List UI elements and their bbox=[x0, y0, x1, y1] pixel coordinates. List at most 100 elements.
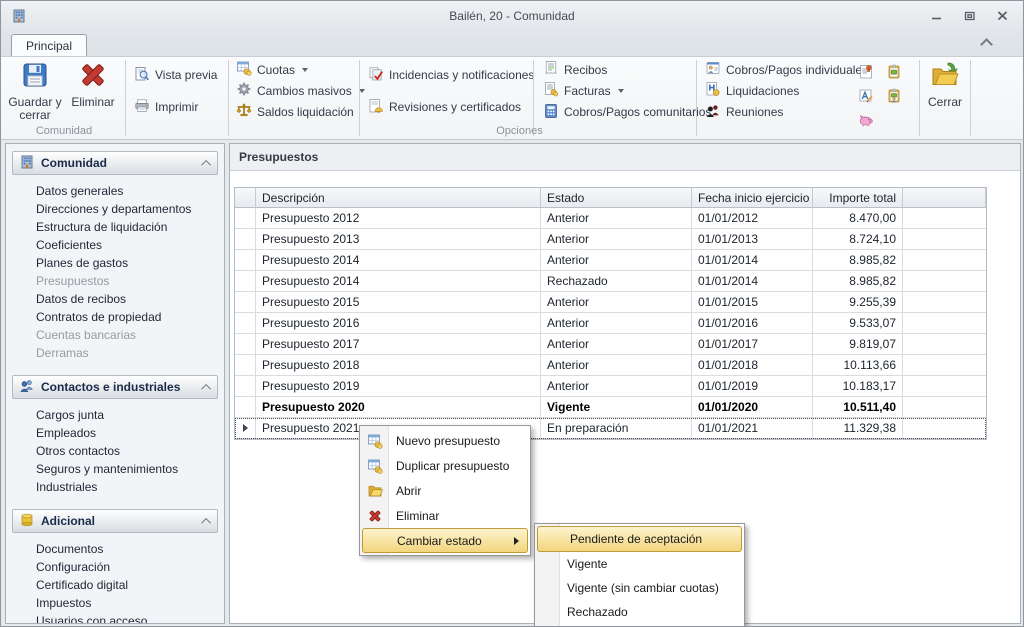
close-icon[interactable] bbox=[996, 9, 1009, 21]
row-indicator-header bbox=[235, 188, 256, 208]
page-bell-icon bbox=[368, 98, 384, 117]
sidebar-item-presupuestos[interactable]: Presupuestos bbox=[36, 272, 224, 290]
preview-button[interactable]: Vista previa bbox=[130, 65, 221, 86]
sidebar-section-contactos[interactable]: Contactos e industriales bbox=[12, 375, 218, 399]
sidebar-item-industriales[interactable]: Industriales bbox=[36, 478, 224, 496]
clipboard-person-button[interactable] bbox=[886, 88, 902, 107]
submenu-item-pendiente-aceptacion[interactable]: Pendiente de aceptación bbox=[537, 526, 742, 552]
table-row-selected[interactable]: Presupuesto 2021 En preparación 01/01/20… bbox=[235, 418, 986, 439]
facturas-button[interactable]: Facturas bbox=[539, 80, 628, 101]
sidebar-section-adicional[interactable]: Adicional bbox=[12, 509, 218, 533]
chevron-up-icon[interactable] bbox=[201, 383, 211, 393]
incidencias-button[interactable]: Incidencias y notificaciones bbox=[364, 65, 538, 86]
col-importe[interactable]: Importe total bbox=[813, 188, 903, 208]
cambios-masivos-button[interactable]: Cambios masivos bbox=[232, 80, 369, 101]
ribbon: Guardar y cerrar Eliminar Comunidad Vist… bbox=[1, 56, 1023, 140]
col-fecha[interactable]: Fecha inicio ejercicio bbox=[692, 188, 813, 208]
window-title: Bailén, 20 - Comunidad bbox=[1, 9, 1023, 23]
sidebar-item-datos-recibos[interactable]: Datos de recibos bbox=[36, 290, 224, 308]
table-row[interactable]: Presupuesto 2014 Rechazado 01/01/2014 8.… bbox=[235, 271, 986, 292]
sidebar-item-cargos-junta[interactable]: Cargos junta bbox=[36, 406, 224, 424]
cobros-comunitarios-button[interactable]: Cobros/Pagos comunitarios bbox=[539, 102, 715, 123]
sidebar-item-empleados[interactable]: Empleados bbox=[36, 424, 224, 442]
menu-item-cambiar-estado[interactable]: Cambiar estado bbox=[362, 528, 528, 553]
chevron-down-icon bbox=[302, 68, 308, 72]
delete-button[interactable]: Eliminar bbox=[65, 59, 121, 125]
table-row[interactable]: Presupuesto 2016 Anterior 01/01/2016 9.5… bbox=[235, 313, 986, 334]
certificate-button[interactable] bbox=[858, 64, 874, 83]
delete-x-icon bbox=[77, 59, 109, 94]
save-close-button[interactable]: Guardar y cerrar bbox=[7, 59, 63, 125]
row-indicator bbox=[235, 208, 256, 229]
sidebar-item-certificado-digital[interactable]: Certificado digital bbox=[36, 576, 224, 594]
page-coins-icon bbox=[543, 81, 559, 100]
liquidaciones-button[interactable]: Liquidaciones bbox=[701, 80, 803, 101]
reuniones-button[interactable]: Reuniones bbox=[701, 102, 787, 123]
row-indicator bbox=[235, 271, 256, 292]
cuotas-button[interactable]: Cuotas bbox=[232, 59, 312, 80]
row-indicator bbox=[235, 229, 256, 250]
saldos-liquidacion-button[interactable]: Saldos liquidación bbox=[232, 102, 358, 123]
print-button[interactable]: Imprimir bbox=[130, 97, 202, 118]
row-indicator bbox=[235, 334, 256, 355]
collapse-ribbon-icon[interactable] bbox=[980, 38, 993, 51]
chevron-up-icon[interactable] bbox=[201, 159, 211, 169]
sidebar-section-comunidad[interactable]: Comunidad bbox=[12, 151, 218, 175]
table-row[interactable]: Presupuesto 2018 Anterior 01/01/2018 10.… bbox=[235, 355, 986, 376]
people-icon bbox=[705, 103, 721, 122]
menu-item-nuevo-presupuesto[interactable]: Nuevo presupuesto bbox=[360, 428, 530, 453]
chevron-up-icon[interactable] bbox=[201, 517, 211, 527]
gear-icon bbox=[236, 81, 252, 100]
table-row[interactable]: Presupuesto 2019 Anterior 01/01/2019 10.… bbox=[235, 376, 986, 397]
menu-item-eliminar[interactable]: Eliminar bbox=[360, 503, 530, 528]
sidebar-item-coeficientes[interactable]: Coeficientes bbox=[36, 236, 224, 254]
clipboard-button[interactable] bbox=[886, 64, 902, 83]
sidebar-item-datos-generales[interactable]: Datos generales bbox=[36, 182, 224, 200]
sidebar-item-usuarios-acceso[interactable]: Usuarios con acceso bbox=[36, 612, 224, 624]
sidebar-item-derramas[interactable]: Derramas bbox=[36, 344, 224, 362]
sidebar-item-otros-contactos[interactable]: Otros contactos bbox=[36, 442, 224, 460]
col-descripcion[interactable]: Descripción bbox=[256, 188, 541, 208]
col-estado[interactable]: Estado bbox=[541, 188, 692, 208]
row-indicator bbox=[235, 250, 256, 271]
sidebar-item-impuestos[interactable]: Impuestos bbox=[36, 594, 224, 612]
signature-button[interactable] bbox=[858, 88, 874, 107]
sidebar-item-documentos[interactable]: Documentos bbox=[36, 540, 224, 558]
menu-item-abrir[interactable]: Abrir bbox=[360, 478, 530, 503]
close-view-button[interactable]: Cerrar bbox=[922, 59, 968, 125]
tab-principal[interactable]: Principal bbox=[11, 34, 87, 57]
sidebar-item-configuracion[interactable]: Configuración bbox=[36, 558, 224, 576]
group-label-comunidad: Comunidad bbox=[5, 125, 123, 139]
document-coin-icon bbox=[705, 81, 721, 100]
sidebar-item-cuentas-bancarias[interactable]: Cuentas bancarias bbox=[36, 326, 224, 344]
restore-icon[interactable] bbox=[963, 9, 976, 21]
recibos-button[interactable]: Recibos bbox=[539, 59, 611, 80]
minimize-icon[interactable] bbox=[930, 9, 943, 21]
table-row-vigente[interactable]: Presupuesto 2020 Vigente 01/01/2020 10.5… bbox=[235, 397, 986, 418]
submenu-item-vigente-sin-cuotas[interactable]: Vigente (sin cambiar cuotas) bbox=[535, 576, 744, 600]
sidebar-item-seguros[interactable]: Seguros y mantenimientos bbox=[36, 460, 224, 478]
sidebar-item-estructura-liquidacion[interactable]: Estructura de liquidación bbox=[36, 218, 224, 236]
sidebar-item-planes-gastos[interactable]: Planes de gastos bbox=[36, 254, 224, 272]
revisiones-button[interactable]: Revisiones y certificados bbox=[364, 97, 525, 118]
table-coins-icon bbox=[360, 458, 389, 474]
table-row[interactable]: Presupuesto 2012 Anterior 01/01/2012 8.4… bbox=[235, 208, 986, 229]
table-row[interactable]: Presupuesto 2013 Anterior 01/01/2013 8.7… bbox=[235, 229, 986, 250]
current-row-arrow-icon bbox=[243, 424, 248, 432]
table-row[interactable]: Presupuesto 2015 Anterior 01/01/2015 9.2… bbox=[235, 292, 986, 313]
submenu-item-vigente[interactable]: Vigente bbox=[535, 552, 744, 576]
table-row[interactable]: Presupuesto 2017 Anterior 01/01/2017 9.8… bbox=[235, 334, 986, 355]
pages-check-icon bbox=[368, 66, 384, 85]
submenu-item-rechazado[interactable]: Rechazado bbox=[535, 600, 744, 624]
sidebar-item-contratos-propiedad[interactable]: Contratos de propiedad bbox=[36, 308, 224, 326]
table-row[interactable]: Presupuesto 2014 Anterior 01/01/2014 8.9… bbox=[235, 250, 986, 271]
preview-icon bbox=[134, 66, 150, 85]
submenu-cambiar-estado: Pendiente de aceptación Vigente Vigente … bbox=[534, 523, 745, 627]
cobros-individuales-button[interactable]: Cobros/Pagos individuales bbox=[701, 59, 872, 80]
sidebar-item-direcciones[interactable]: Direcciones y departamentos bbox=[36, 200, 224, 218]
scales-icon bbox=[236, 103, 252, 122]
sidebar: Comunidad Datos generales Direcciones y … bbox=[5, 143, 225, 624]
database-icon bbox=[19, 512, 35, 531]
menu-item-duplicar-presupuesto[interactable]: Duplicar presupuesto bbox=[360, 453, 530, 478]
folder-arrow-icon bbox=[929, 59, 961, 94]
